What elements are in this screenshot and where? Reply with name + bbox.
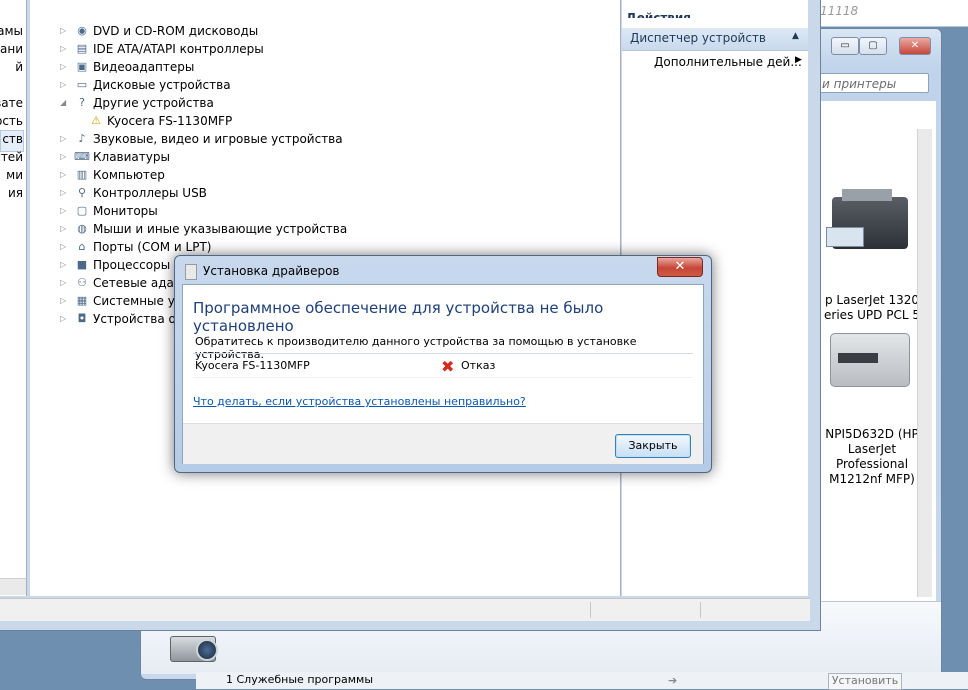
console-tree-item[interactable]: ия: [8, 184, 23, 202]
status-bar: [0, 598, 810, 621]
horizontal-scrollbar[interactable]: [0, 578, 26, 595]
collapsed-arrow-icon[interactable]: ▷: [60, 238, 72, 256]
printer-label: NPI5D632D (HP LaserJet Professional M121…: [825, 427, 919, 486]
device-label: Мониторы: [93, 204, 158, 218]
more-actions-item[interactable]: Дополнительные дей...: [654, 55, 802, 69]
minimize-button[interactable]: ▭: [831, 37, 859, 55]
console-tree-item[interactable]: ани: [0, 40, 23, 58]
address-strip: 11118: [810, 0, 968, 27]
imaging-devices-icon: ◘: [77, 312, 87, 325]
collapsed-arrow-icon[interactable]: ▷: [60, 310, 72, 328]
submenu-arrow-icon: ▶: [795, 55, 802, 65]
device-name: Kyocera FS-1130MFP: [195, 359, 310, 372]
vertical-scrollbar[interactable]: [917, 129, 932, 597]
collapsed-arrow-icon[interactable]: ▷: [60, 58, 72, 76]
console-tree-item[interactable]: ств: [2, 130, 23, 148]
console-tree-item[interactable]: стей: [0, 148, 23, 166]
driver-install-dialog: Установка драйверов ✕ Программное обеспе…: [174, 255, 712, 473]
warning-device-icon: ⚠: [91, 114, 101, 127]
divider: [193, 377, 693, 378]
collapsed-arrow-icon[interactable]: ▷: [60, 76, 72, 94]
collapsed-arrow-icon[interactable]: ▷: [60, 184, 72, 202]
console-tree-item[interactable]: й: [15, 58, 23, 76]
disc-drive-icon: ◉: [77, 24, 87, 37]
keyboard-icon: ⌨: [74, 150, 90, 163]
device-label: Другие устройства: [93, 96, 214, 110]
dialog-footer: Закрыть: [183, 423, 703, 464]
port-icon: ⌂: [78, 240, 86, 253]
console-tree-item[interactable]: ми: [6, 166, 23, 184]
maximize-button[interactable]: ▢: [859, 37, 887, 55]
device-label: Видеоадаптеры: [93, 60, 195, 74]
device-label: Мыши и иные указывающие устройства: [93, 222, 348, 236]
console-tree: амы ани й вате ость ств стей ми ия: [0, 0, 27, 596]
bottom-bar: 1 Служебные программы ➔ Установить: [196, 672, 968, 690]
help-link[interactable]: Что делать, если устройства установлены …: [193, 395, 526, 408]
camera-icon[interactable]: [168, 628, 224, 662]
actions-section-title: Диспетчер устройств: [630, 31, 767, 45]
network-adapter-icon: ⚇: [77, 276, 87, 289]
expanded-arrow-icon[interactable]: ◢: [60, 94, 72, 112]
address-text: 11118: [820, 4, 859, 18]
device-label: Компьютер: [93, 168, 165, 182]
device-label: IDE ATA/ATAPI контроллеры: [93, 42, 264, 56]
collapsed-arrow-icon[interactable]: ▷: [60, 220, 72, 238]
device-label: Контроллеры USB: [93, 186, 207, 200]
dialog-title: Установка драйверов: [203, 264, 340, 278]
mouse-icon: ◍: [77, 222, 87, 235]
system-devices-icon: ▦: [76, 294, 88, 307]
device-label: Kyocera FS-1130MFP: [107, 114, 233, 128]
actions-section-header[interactable]: Диспетчер устройств ▲: [622, 28, 808, 51]
install-button[interactable]: Установить: [828, 673, 902, 690]
dialog-close-button[interactable]: ✕: [657, 257, 703, 277]
device-label: DVD и CD-ROM дисководы: [93, 24, 259, 38]
close-dialog-button[interactable]: Закрыть: [615, 434, 691, 458]
collapse-icon[interactable]: ▲: [792, 31, 799, 41]
disk-drive-icon: ▭: [76, 78, 88, 91]
computer-icon: ▥: [76, 168, 88, 181]
collapsed-arrow-icon[interactable]: ▷: [60, 22, 72, 40]
dialog-body: Программное обеспечение для устройства н…: [182, 284, 704, 464]
collapsed-arrow-icon[interactable]: ▷: [60, 148, 72, 166]
printer-icon[interactable]: [822, 313, 910, 393]
printer-icon[interactable]: [822, 179, 910, 259]
collapsed-arrow-icon[interactable]: ▷: [60, 292, 72, 310]
error-x-icon: ✖: [441, 357, 455, 376]
console-tree-item[interactable]: амы: [0, 22, 23, 40]
collapsed-arrow-icon[interactable]: ▷: [60, 166, 72, 184]
device-label: Звуковые, видео и игровые устройства: [93, 132, 343, 146]
status-text: Отказ: [461, 359, 496, 372]
device-label: Процессоры: [93, 258, 171, 272]
actions-header: Действия: [626, 11, 692, 18]
device-label: Дисковые устройства: [93, 78, 231, 92]
dialog-title-icon: [185, 264, 197, 280]
display-adapter-icon: ▣: [76, 60, 88, 73]
collapsed-arrow-icon[interactable]: ▷: [60, 130, 72, 148]
arrow-right-icon: ➔: [668, 674, 678, 687]
monitor-icon: ▢: [76, 204, 88, 217]
ide-controller-icon: ▤: [76, 42, 88, 55]
bottom-label: 1 Служебные программы: [226, 673, 374, 686]
console-tree-item[interactable]: ость: [0, 112, 23, 130]
main-instruction: Программное обеспечение для устройства н…: [193, 299, 604, 335]
collapsed-arrow-icon[interactable]: ▷: [60, 274, 72, 292]
console-tree-item[interactable]: вате: [0, 94, 23, 112]
collapsed-arrow-icon[interactable]: ▷: [60, 40, 72, 58]
other-devices-icon: ?: [79, 96, 85, 109]
collapsed-arrow-icon[interactable]: ▷: [60, 202, 72, 220]
device-label: Порты (COM и LPT): [93, 240, 212, 254]
divider: [193, 353, 693, 354]
close-button[interactable]: ✕: [899, 37, 931, 55]
processor-icon: ■: [76, 258, 88, 271]
collapsed-arrow-icon[interactable]: ▷: [60, 256, 72, 274]
search-input[interactable]: и принтеры: [817, 73, 929, 93]
usb-icon: ⚲: [77, 186, 87, 199]
device-label: Клавиатуры: [93, 150, 170, 164]
sound-icon: ♪: [78, 132, 86, 145]
